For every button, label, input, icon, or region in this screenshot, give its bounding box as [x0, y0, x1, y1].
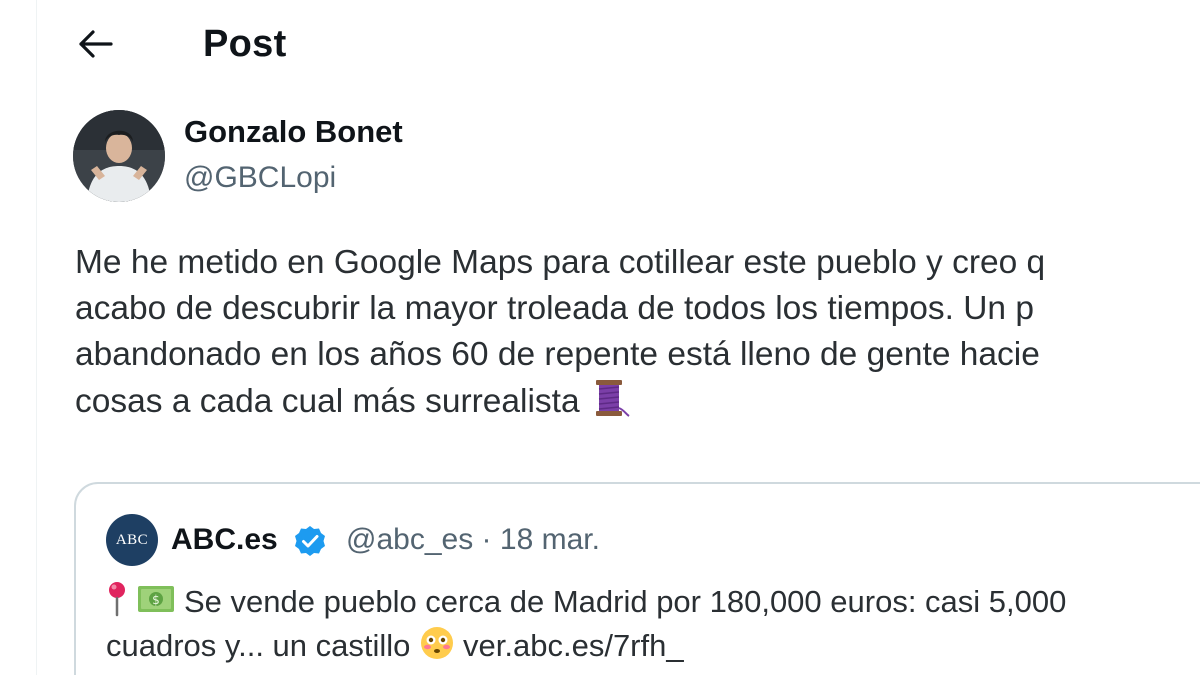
quoted-line: $ Se vende pueblo cerca de Madrid por 18… [106, 580, 1200, 624]
header-bar: Post [0, 0, 1200, 90]
post-page: Post Gonzalo Bonet @GBCLopi Me he metido… [0, 0, 1200, 675]
quoted-author-name[interactable]: ABC.es [171, 520, 278, 560]
quoted-line-text: cuadros y... un castillo [106, 628, 411, 663]
post-line-text: cosas a cada cual más surrealista [75, 383, 580, 420]
quoted-meta: @abc_es · 18 mar. [346, 520, 600, 560]
round-pushpin-icon [106, 581, 128, 629]
quoted-body: $ Se vende pueblo cerca de Madrid por 18… [106, 580, 1200, 668]
post-line: Me he metido en Google Maps para cotille… [75, 244, 1046, 281]
column-divider [36, 0, 37, 675]
verified-badge-icon [295, 526, 325, 556]
post-line-last: cosas a cada cual más surrealista [75, 378, 1200, 424]
svg-text:$: $ [152, 593, 160, 607]
author-handle[interactable]: @GBCLopi [184, 158, 336, 198]
back-button[interactable] [70, 18, 122, 70]
quoted-date[interactable]: 18 mar. [500, 523, 600, 556]
author-avatar[interactable] [73, 110, 165, 202]
quoted-line: cuadros y... un castillo ver.abc.es/7rfh… [106, 624, 1200, 668]
quoted-author-handle[interactable]: @abc_es [346, 523, 473, 556]
author-name[interactable]: Gonzalo Bonet [184, 112, 403, 152]
quoted-post-card[interactable]: ABC ABC.es @abc_es · 18 mar. $ Se vende … [74, 482, 1200, 675]
quoted-line-text: Se vende pueblo cerca de Madrid por 180,… [184, 584, 1067, 619]
user-avatar [73, 110, 165, 202]
flushed-face-icon [419, 625, 455, 668]
quoted-link[interactable]: ver.abc.es/7rfh_ [463, 628, 684, 663]
arrow-left-icon [79, 30, 113, 58]
dollar-banknote-icon: $ [136, 581, 176, 629]
abc-logo-avatar[interactable]: ABC [106, 514, 158, 566]
post-line: acabo de descubrir la mayor troleada de … [75, 290, 1035, 327]
thread-spool-icon [590, 378, 630, 424]
page-title: Post [203, 23, 287, 65]
meta-separator: · [481, 523, 492, 556]
post-line: abandonado en los años 60 de repente est… [75, 336, 1040, 373]
post-body: Me he metido en Google Maps para cotille… [75, 240, 1200, 424]
